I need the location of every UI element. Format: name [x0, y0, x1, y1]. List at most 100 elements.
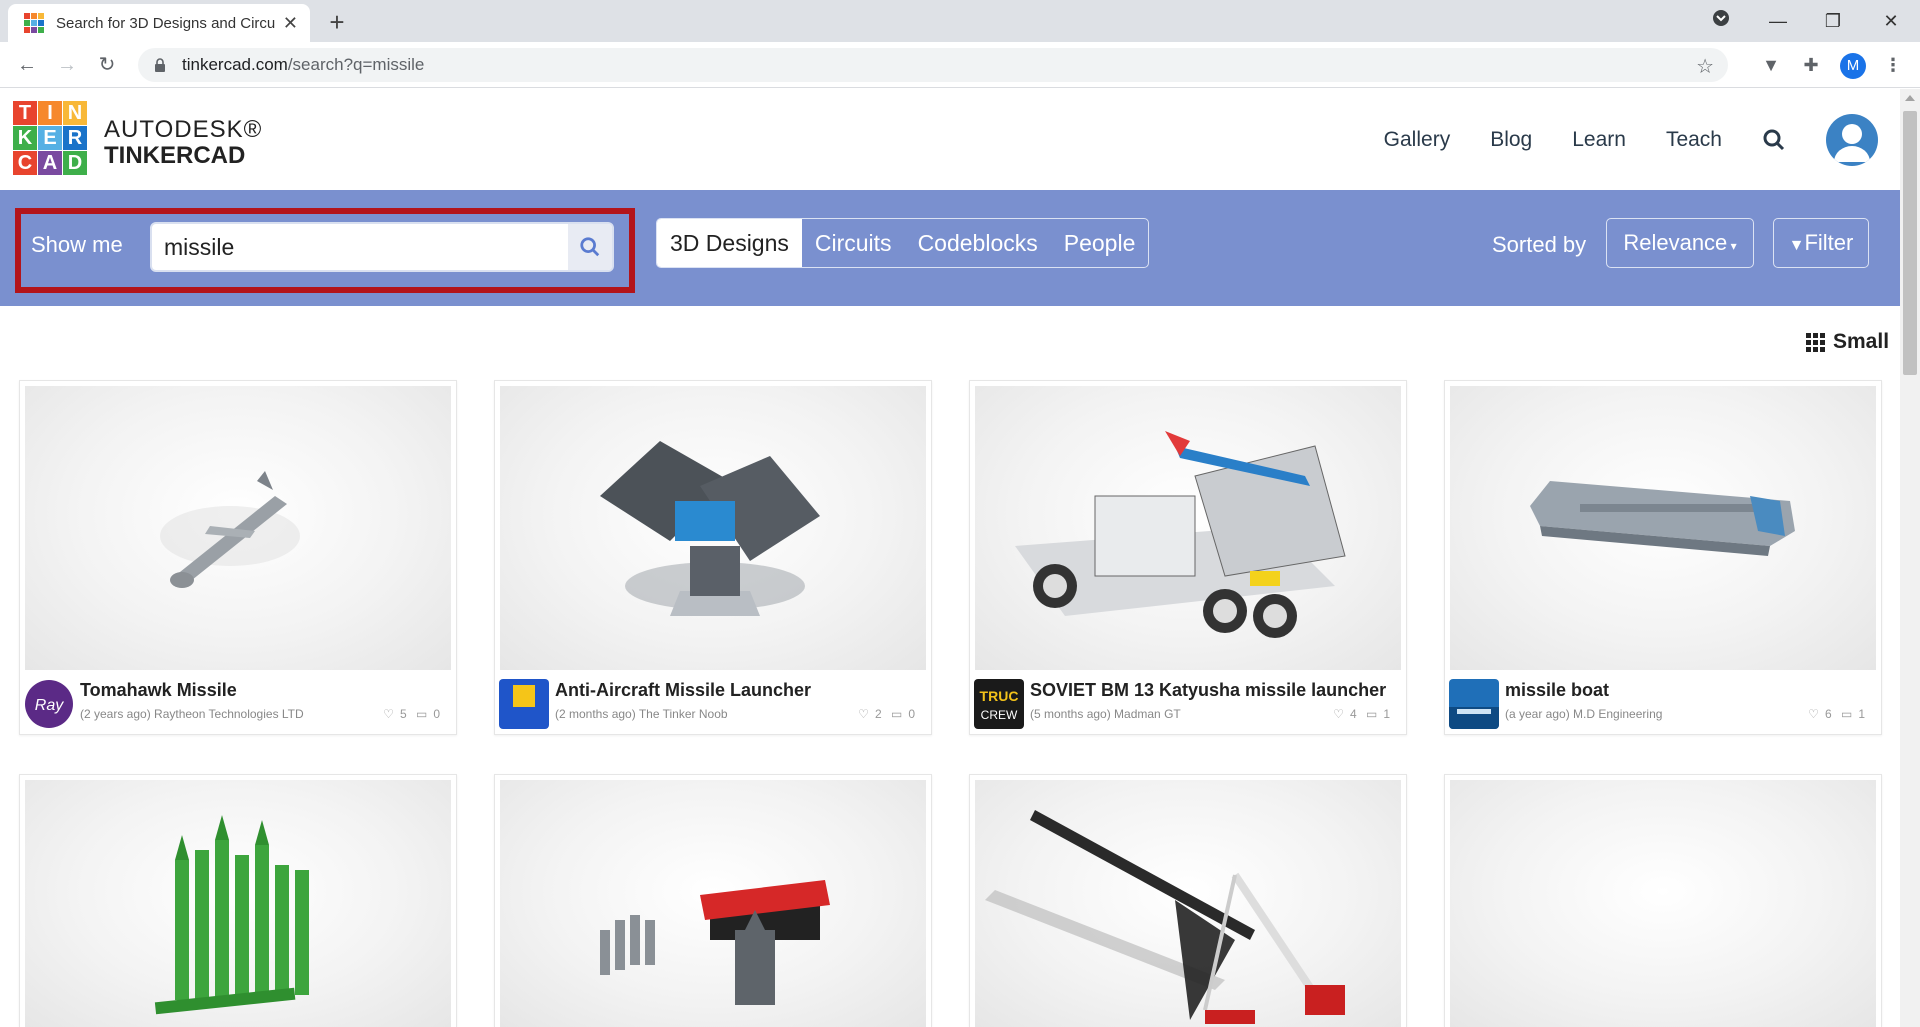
scrollbar-thumb[interactable] [1903, 111, 1917, 375]
heart-icon: ♡ [858, 707, 869, 721]
minimize-icon[interactable]: — [1763, 6, 1793, 36]
design-thumbnail[interactable] [500, 780, 926, 1027]
card-meta: missile boat (a year ago) M.D Engineerin… [1449, 674, 1877, 730]
tab-title: Search for 3D Designs and Circuits [56, 14, 275, 32]
logo-letter: E [38, 126, 62, 150]
bookmark-star-icon[interactable]: ☆ [1696, 54, 1714, 79]
reload-icon[interactable]: ↻ [92, 50, 122, 80]
author-avatar[interactable] [1449, 679, 1499, 729]
author-avatar[interactable]: TRUC CREW [974, 679, 1024, 729]
card-meta: TRUC CREW SOVIET BM 13 Katyusha missile l… [974, 674, 1402, 730]
design-thumbnail[interactable] [975, 780, 1401, 1027]
grid-icon [1806, 332, 1825, 352]
top-nav: Gallery Blog Learn Teach [1384, 89, 1900, 190]
logo-letter: R [63, 126, 87, 150]
category-tabs: 3D Designs Circuits Codeblocks People [656, 218, 1150, 268]
card-meta: Anti-Aircraft Missile Launcher (2 months… [499, 674, 927, 730]
design-thumbnail[interactable] [1450, 780, 1876, 1027]
search-field[interactable] [150, 222, 614, 272]
browser-tab[interactable]: Search for 3D Designs and Circuits ✕ [8, 4, 310, 42]
design-subtitle: (a year ago) M.D Engineering [1505, 707, 1663, 721]
design-thumbnail[interactable] [25, 780, 451, 1027]
close-window-icon[interactable]: ✕ [1876, 6, 1906, 36]
design-card[interactable] [969, 774, 1407, 1027]
logo-letter: N [63, 101, 87, 125]
filter-button[interactable]: ▼Filter [1773, 218, 1869, 268]
view-size-toggle[interactable]: Small [1806, 330, 1889, 354]
search-input[interactable] [164, 224, 564, 270]
profile-avatar[interactable]: M [1840, 53, 1866, 79]
tab-codeblocks[interactable]: Codeblocks [905, 219, 1051, 267]
search-icon [580, 237, 600, 257]
filter-icon: ▼ [1788, 237, 1805, 254]
scroll-up-icon[interactable] [1905, 95, 1915, 101]
caret-down-icon: ▾ [1727, 239, 1737, 253]
design-title[interactable]: SOVIET BM 13 Katyusha missile launcher [1030, 680, 1386, 701]
user-avatar[interactable] [1826, 113, 1878, 166]
search-icon[interactable] [1762, 128, 1786, 152]
design-thumbnail[interactable] [500, 386, 926, 670]
puzzle-extensions-icon[interactable]: ✚ [1798, 52, 1824, 78]
tab-search-icon[interactable] [1706, 6, 1736, 36]
nav-teach[interactable]: Teach [1666, 128, 1722, 152]
comment-icon: ▭ [1840, 707, 1853, 721]
tab-circuits[interactable]: Circuits [802, 219, 905, 267]
site-header: TIN KER CAD AUTODESK® TINKERCAD Gallery Bl… [0, 89, 1900, 190]
heart-icon: ♡ [1333, 707, 1344, 721]
restore-icon[interactable]: ❐ [1818, 6, 1848, 36]
heart-icon: ♡ [1808, 707, 1819, 721]
tab-people[interactable]: People [1051, 219, 1149, 267]
browser-tab-bar: Search for 3D Designs and Circuits ✕ + —… [0, 0, 1920, 42]
close-tab-icon[interactable]: ✕ [283, 13, 298, 34]
nav-gallery[interactable]: Gallery [1384, 128, 1451, 152]
design-card[interactable]: Ray Tomahawk Missile (2 years ago) Rayth… [19, 380, 457, 735]
design-card[interactable] [19, 774, 457, 1027]
design-card[interactable]: Anti-Aircraft Missile Launcher (2 months… [494, 380, 932, 735]
url-text: tinkercad.com/search?q=missile [182, 55, 425, 74]
brand-wordmark[interactable]: AUTODESK® TINKERCAD [104, 117, 262, 169]
url-bar[interactable]: tinkercad.com/search?q=missile ☆ [138, 48, 1728, 82]
logo-letter: K [13, 126, 37, 150]
design-stats: ♡ 6 ▭ 1 [1808, 707, 1865, 721]
sort-dropdown[interactable]: Relevance ▾ [1606, 218, 1754, 268]
comment-icon: ▭ [415, 707, 428, 721]
svg-text:TRUC: TRUC [980, 688, 1019, 704]
search-submit-button[interactable] [568, 224, 612, 270]
design-thumbnail[interactable] [25, 386, 451, 670]
design-thumbnail[interactable] [975, 386, 1401, 670]
new-tab-icon[interactable]: + [322, 8, 352, 38]
sorted-by-label: Sorted by [1492, 232, 1587, 257]
heart-icon: ♡ [383, 707, 394, 721]
logo-letter: A [38, 151, 62, 175]
card-meta: Ray Tomahawk Missile (2 years ago) Rayth… [24, 674, 452, 730]
author-avatar[interactable] [499, 679, 549, 729]
logo-letter: I [38, 101, 62, 125]
search-band: Show me 3D Designs Circuits Codeblocks P… [0, 190, 1900, 306]
design-title[interactable]: Tomahawk Missile [80, 680, 237, 701]
design-stats: ♡ 2 ▭ 0 [858, 707, 915, 721]
extension-icon[interactable]: ▼ [1758, 52, 1784, 78]
design-subtitle: (2 years ago) Raytheon Technologies LTD [80, 707, 304, 721]
design-card[interactable] [1444, 774, 1882, 1027]
comment-icon: ▭ [1365, 707, 1378, 721]
browser-menu-icon[interactable]: ⋮ [1880, 52, 1906, 78]
logo-letter: C [13, 151, 37, 175]
design-card[interactable] [494, 774, 932, 1027]
design-title[interactable]: missile boat [1505, 680, 1609, 701]
tab-3d-designs[interactable]: 3D Designs [657, 219, 802, 267]
design-card[interactable]: TRUC CREW SOVIET BM 13 Katyusha missile l… [969, 380, 1407, 735]
tinkercad-logo[interactable]: TIN KER CAD [13, 101, 87, 175]
design-subtitle: (2 months ago) The Tinker Noob [555, 707, 728, 721]
forward-icon[interactable]: → [52, 50, 82, 80]
design-card[interactable]: missile boat (a year ago) M.D Engineerin… [1444, 380, 1882, 735]
author-avatar[interactable]: Ray [24, 679, 74, 729]
back-icon[interactable]: ← [12, 50, 42, 80]
design-title[interactable]: Anti-Aircraft Missile Launcher [555, 680, 811, 701]
comment-icon: ▭ [890, 707, 903, 721]
nav-learn[interactable]: Learn [1572, 128, 1626, 152]
design-thumbnail[interactable] [1450, 386, 1876, 670]
lock-icon [155, 58, 165, 72]
nav-blog[interactable]: Blog [1490, 128, 1532, 152]
page-scrollbar[interactable] [1900, 89, 1920, 1027]
address-bar-row: ← → ↻ tinkercad.com/search?q=missile ☆ ▼… [0, 42, 1920, 88]
